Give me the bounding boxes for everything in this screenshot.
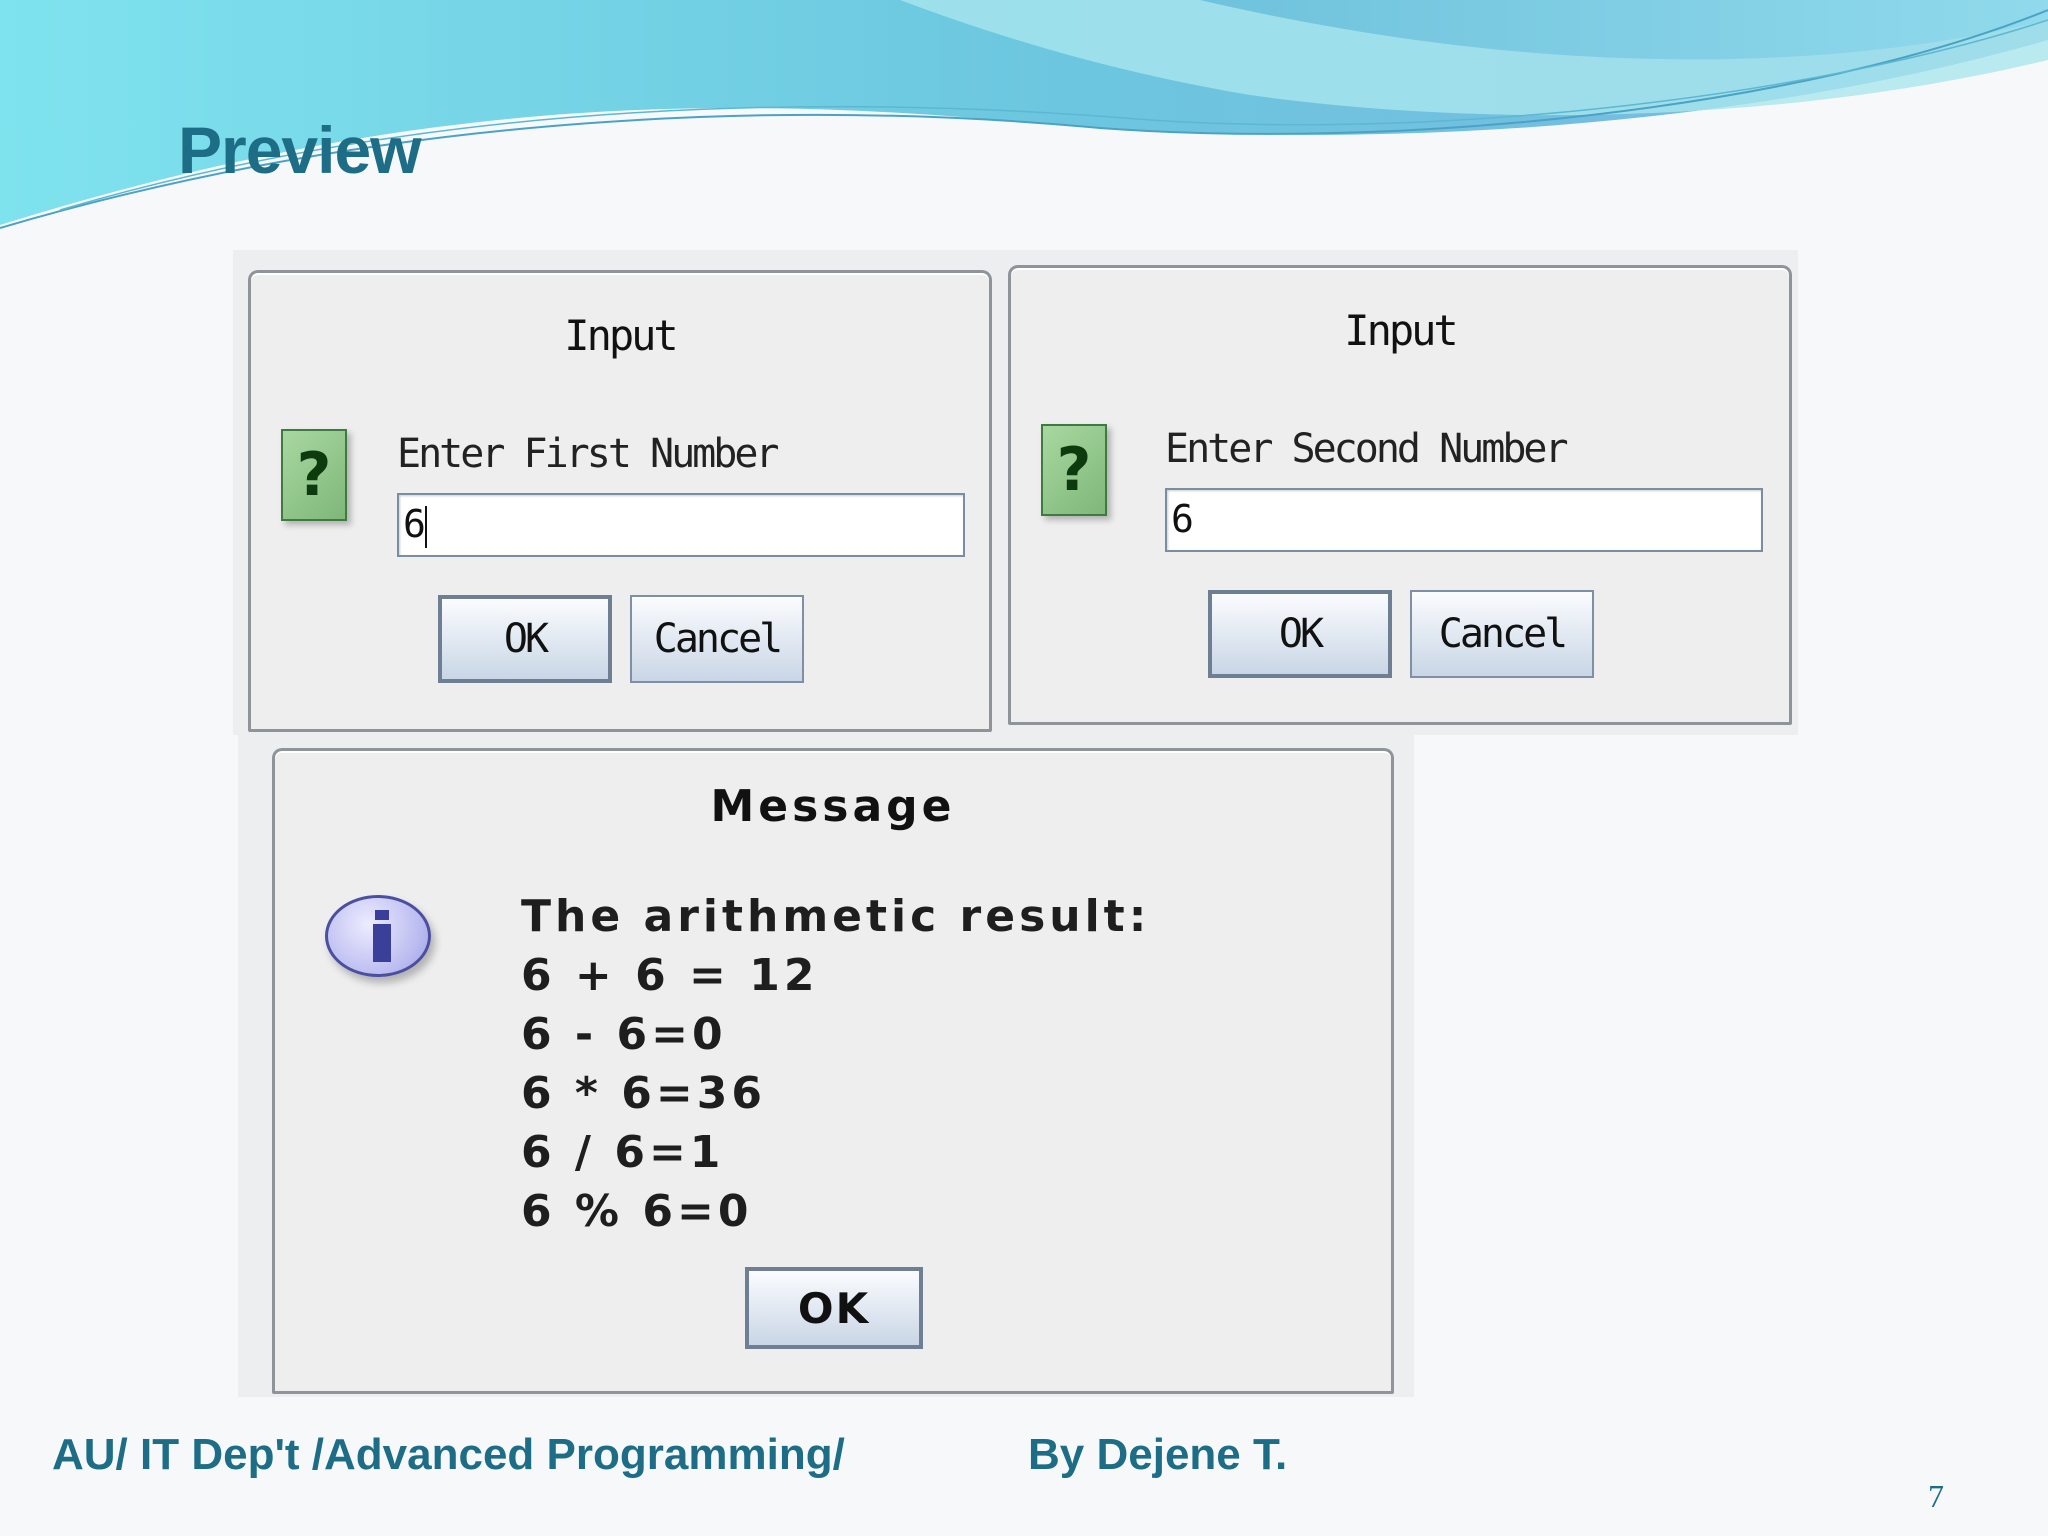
dialog-title: Message [710,781,956,832]
result-line-product: 6 * 6=36 [521,1068,766,1119]
ok-button[interactable]: OK [438,595,612,683]
dialog-title: Input [564,311,678,360]
result-line-sum: 6 + 6 = 12 [521,950,819,1001]
dialog-title: Input [1344,306,1458,355]
first-number-input[interactable]: 6 [397,493,965,557]
result-line-difference: 6 - 6=0 [521,1009,727,1060]
input-value: 6 [1171,497,1194,541]
result-line-quotient: 6 / 6=1 [521,1127,725,1178]
second-number-input[interactable]: 6 [1165,488,1763,552]
cancel-button[interactable]: Cancel [630,595,804,683]
footer-course: AU/ IT Dep't /Advanced Programming/ [52,1430,845,1479]
result-heading: The arithmetic result: [521,891,1151,942]
slide-title: Preview [178,113,421,187]
info-icon [325,895,431,977]
prompt-label: Enter Second Number [1165,426,1569,472]
prompt-label: Enter First Number [397,431,779,477]
text-caret [424,505,427,548]
question-icon: ? [1041,424,1107,516]
input-value: 6 [403,502,426,546]
result-line-remainder: 6 % 6=0 [521,1186,753,1237]
ok-button[interactable]: OK [745,1267,923,1349]
footer-author: By Dejene T. [1028,1430,1288,1479]
message-dialog: Message The arithmetic result: 6 + 6 = 1… [272,748,1394,1394]
ok-button[interactable]: OK [1208,590,1392,678]
input-dialog-second: Input ? Enter Second Number 6 OK Cancel [1008,265,1792,725]
cancel-button[interactable]: Cancel [1410,590,1594,678]
question-icon: ? [281,429,347,521]
input-dialog-first: Input ? Enter First Number 6 OK Cancel [248,270,992,732]
page-number: 7 [1928,1478,1944,1514]
